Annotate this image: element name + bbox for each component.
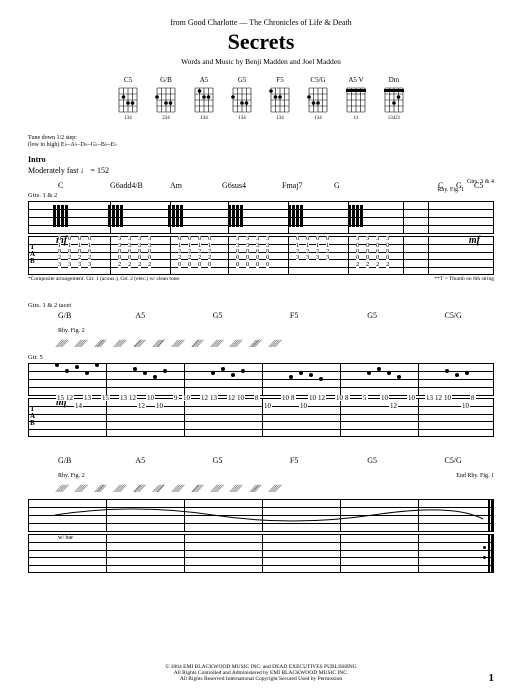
section-label-intro: Intro bbox=[28, 155, 494, 164]
system-2: Gtrs. 1 & 2 tacet G/B A5 G5 F5 G5 C5/G R… bbox=[28, 302, 494, 436]
chord-diagram: G/B 234 bbox=[155, 76, 177, 121]
chord-diagram-row: C5 134 G/B 234 A5 134 G5 134 F5 134 C5/G… bbox=[28, 76, 494, 121]
chord-symbol-row: G/B A5 G5 F5 G5 C5/G bbox=[28, 311, 494, 320]
rhythm-slashes: ∕∕∕∕∕∕∕∕∕∕∕∕∕∕∕∕∕∕∕∕∕∕∕∕∕∕∕∕∕∕∕∕∕∕∕∕∕∕∕∕… bbox=[28, 483, 494, 495]
footnote: *Composite arrangement. Gtr. 1 (acous.),… bbox=[28, 276, 494, 282]
chord-diagram: G5 134 bbox=[231, 76, 253, 121]
tab-clef: TAB bbox=[30, 406, 35, 427]
fretboard-icon bbox=[193, 86, 215, 114]
standard-staff: mf bbox=[28, 363, 494, 395]
fretboard-icon bbox=[231, 86, 253, 114]
standard-staff: mf mf bbox=[28, 201, 494, 233]
chord-symbol-row: G/B A5 G5 F5 G5 C5/G bbox=[28, 456, 494, 465]
system-1: C G6add4/B Am G6sus4 Fmaj7 G C G C5 Gtrs… bbox=[28, 181, 494, 282]
page-number: 1 bbox=[489, 672, 495, 684]
fretboard-icon bbox=[117, 86, 139, 114]
tab-staff bbox=[28, 534, 494, 572]
fretboard-icon bbox=[307, 86, 329, 114]
guitar-tacet-label: Gtrs. 1 & 2 tacet bbox=[28, 302, 494, 309]
standard-staff: w/ bar bbox=[28, 499, 494, 531]
rhythm-figure-text: Rhy. Fig. 1 bbox=[437, 187, 464, 193]
rhythm-slashes: ∕∕∕∕∕∕∕∕∕∕∕∕∕∕∕∕∕∕∕∕∕∕∕∕∕∕∕∕∕∕∕∕∕∕∕∕∕∕∕∕… bbox=[28, 338, 494, 350]
chord-diagram: C5/G 134 bbox=[307, 76, 329, 121]
song-title: Secrets bbox=[28, 29, 494, 55]
sheet-music-page: from Good Charlotte — The Chronicles of … bbox=[0, 0, 522, 696]
fretboard-icon bbox=[155, 86, 177, 114]
tempo-marking: Moderately fast ♩ = 152 bbox=[28, 166, 494, 175]
album-source: from Good Charlotte — The Chronicles of … bbox=[28, 18, 494, 27]
chord-diagram: A5 134 bbox=[193, 76, 215, 121]
tab-staff: TAB 01023 01023 01023 01023 33002 33002 … bbox=[28, 236, 494, 274]
system-3: G/B A5 G5 F5 G5 C5/G Rhy. Fig. 2 End Rhy… bbox=[28, 456, 494, 572]
rhythm-slash-row: Rhy. Fig. 2 End Rhy. Fig. 1 bbox=[28, 467, 494, 479]
fretboard-icon bbox=[345, 86, 367, 114]
fretboard-icon bbox=[269, 86, 291, 114]
chord-diagram: A5 V 11 bbox=[345, 76, 367, 121]
fretboard-icon bbox=[383, 86, 405, 114]
guitar-5-label: Gtr. 5 bbox=[28, 354, 494, 361]
rhythm-slash-row: Rhy. Fig. 2 bbox=[28, 322, 494, 334]
guitar-label: Gtrs. 1 & 2 bbox=[28, 192, 494, 199]
tab-clef: TAB bbox=[30, 244, 35, 265]
chord-diagram: C5 134 bbox=[117, 76, 139, 121]
tuning-note: Tune down 1/2 step: (low to high) E♭–A♭–… bbox=[28, 135, 494, 149]
copyright-footer: © 2004 EMI BLACKWOOD MUSIC INC. and DEAD… bbox=[0, 664, 522, 682]
chord-diagram: F5 134 bbox=[269, 76, 291, 121]
chord-symbol-row: C G6add4/B Am G6sus4 Fmaj7 G C G C5 bbox=[28, 181, 494, 190]
rhythm-figure-label: Gtrs. 3 & 4 bbox=[467, 179, 494, 185]
chord-diagram: Dm 13421 bbox=[383, 76, 405, 121]
songwriter-credit: Words and Music by Benji Madden and Joel… bbox=[28, 57, 494, 66]
tab-staff: TAB 151213151312109101213121081081012108… bbox=[28, 398, 494, 436]
